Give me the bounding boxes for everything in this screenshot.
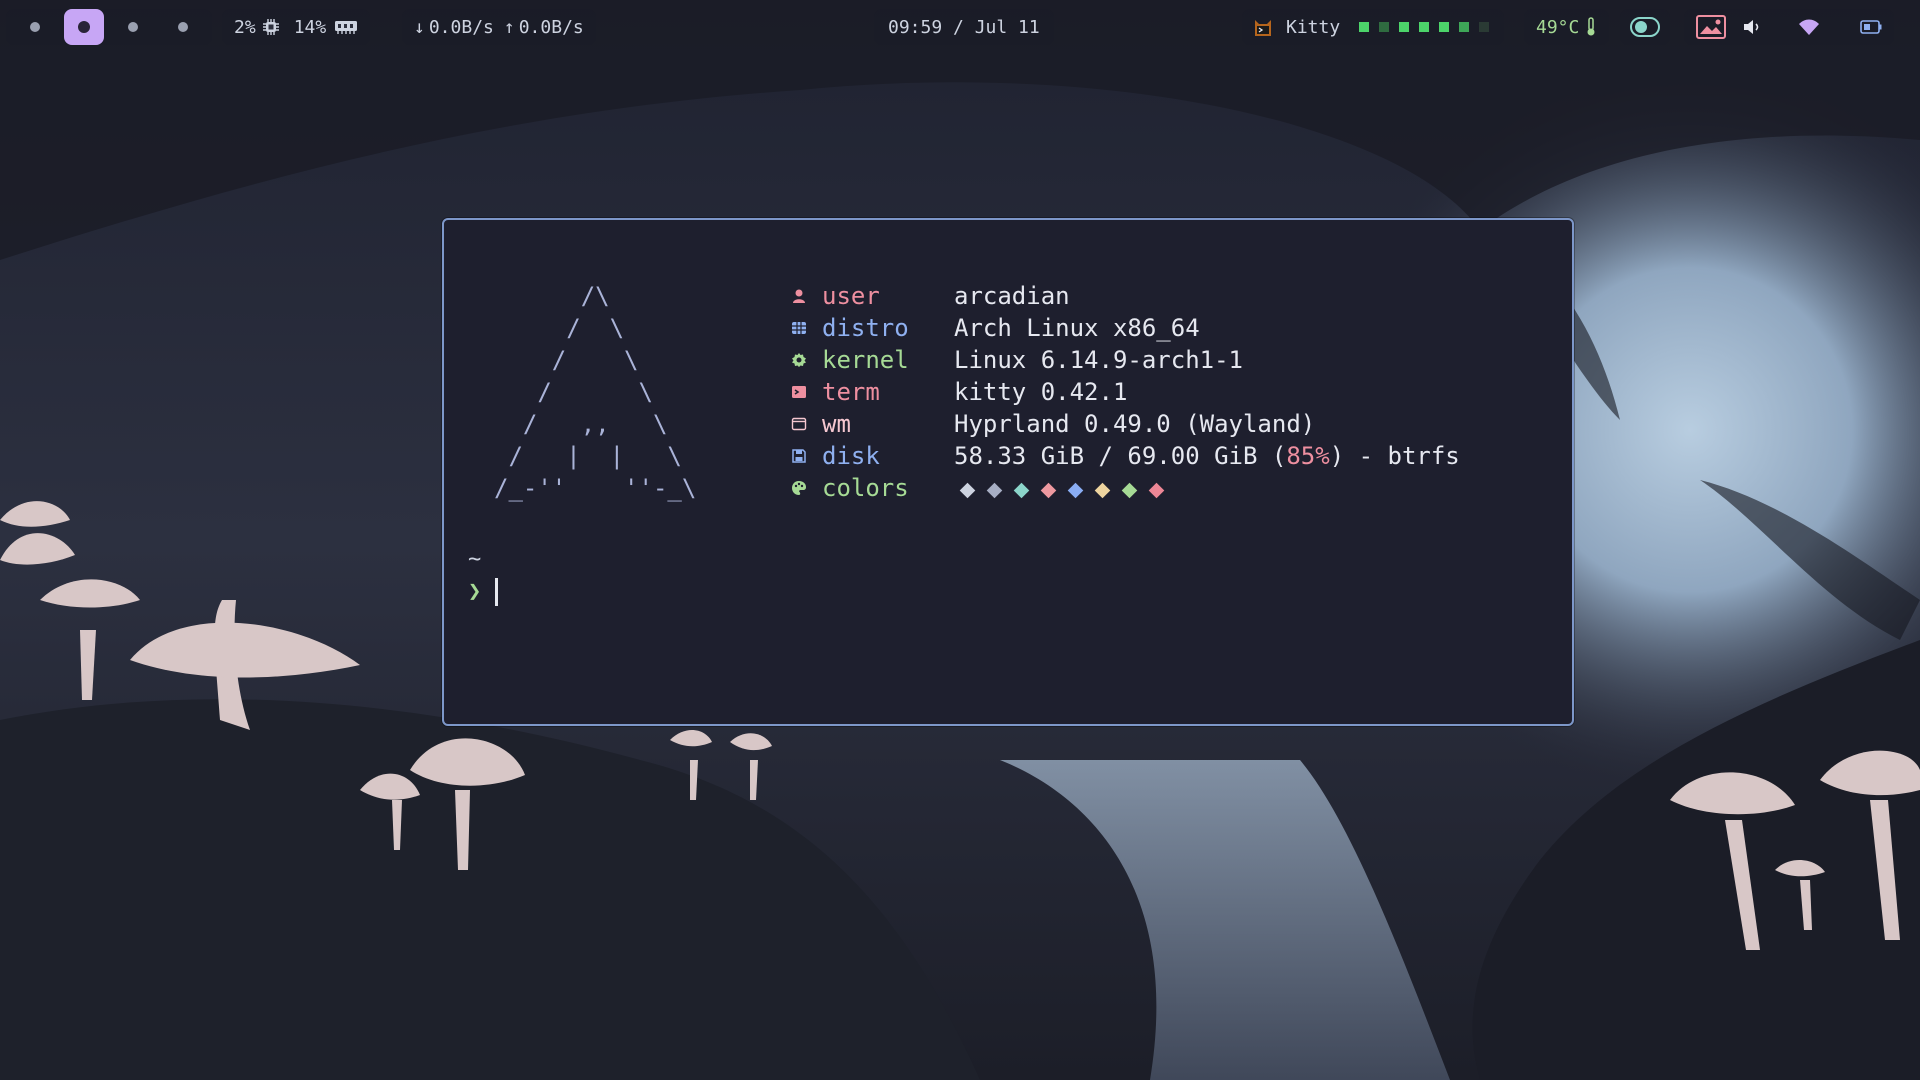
palette-icon bbox=[788, 480, 810, 496]
fetch-value-distro: Arch Linux x86_64 bbox=[954, 314, 1200, 342]
fetch-row-disk: disk 58.33 GiB / 69.00 GiB (85%) - btrfs bbox=[788, 440, 1460, 472]
window-title: Kitty bbox=[1286, 16, 1341, 38]
fetch-label-colors: colors bbox=[822, 474, 909, 502]
workspace-4[interactable] bbox=[178, 22, 188, 32]
fetch-row-colors: colors bbox=[788, 472, 1460, 504]
workspace-3[interactable] bbox=[128, 22, 138, 32]
fetch-value-term: kitty 0.42.1 bbox=[954, 378, 1128, 406]
wallpaper-picker-icon[interactable] bbox=[1696, 15, 1726, 39]
temperature: 49°C bbox=[1524, 9, 1610, 45]
disk-icon bbox=[788, 448, 810, 464]
network-speed: ↓ 0.0B/s ↑ 0.0B/s bbox=[402, 9, 596, 45]
clock-text: 09:59 / Jul 11 bbox=[888, 16, 1040, 38]
fetch-value-wm: Hyprland 0.49.0 (Wayland) bbox=[954, 410, 1316, 438]
arch-ascii-logo: /\ / \ / \ / \ / ,, \ / | | \ /_-'' ''-_… bbox=[494, 282, 697, 502]
disk-usage-text: 58.33 GiB / 69.00 GiB ( bbox=[954, 442, 1287, 470]
workspace-2-active[interactable] bbox=[64, 9, 104, 45]
fetch-label-wm: wm bbox=[822, 410, 851, 438]
distro-icon bbox=[788, 320, 810, 336]
system-stats: 2% 14% bbox=[222, 9, 371, 45]
fetch-row-user: user arcadian bbox=[788, 280, 1460, 312]
disk-filesystem: ) - btrfs bbox=[1329, 442, 1460, 470]
fetch-row-wm: wm Hyprland 0.49.0 (Wayland) bbox=[788, 408, 1460, 440]
kitty-app-icon bbox=[1255, 20, 1271, 36]
toggle-widget[interactable] bbox=[1620, 9, 1670, 45]
upload-speed: 0.0B/s bbox=[518, 16, 584, 38]
cpu-usage: 2% bbox=[234, 16, 256, 38]
color-swatch-7 bbox=[1121, 482, 1138, 499]
color-swatch-2 bbox=[986, 482, 1003, 499]
workspace-1[interactable] bbox=[30, 22, 40, 32]
color-swatch-6 bbox=[1094, 482, 1111, 499]
battery-icon[interactable] bbox=[1860, 20, 1882, 34]
gear-icon bbox=[788, 352, 810, 368]
toggle-icon bbox=[1630, 17, 1660, 37]
color-swatch-5 bbox=[1067, 482, 1084, 499]
fetch-row-term: term kitty 0.42.1 bbox=[788, 376, 1460, 408]
fetch-label-term: term bbox=[822, 378, 880, 406]
color-swatch-1 bbox=[959, 482, 976, 499]
status-bar: 2% 14% ↓ 0.0B/s ↑ 0.0B/s 09:59 / Jul 11 … bbox=[0, 0, 1920, 54]
color-swatch-4 bbox=[1040, 482, 1057, 499]
prompt-symbol: ❯ bbox=[468, 579, 482, 604]
memory-icon bbox=[335, 21, 358, 34]
color-swatch-8 bbox=[1148, 482, 1165, 499]
color-swatch-3 bbox=[1013, 482, 1030, 499]
cpu-icon bbox=[262, 19, 279, 35]
fetch-row-kernel: kernel Linux 6.14.9-arch1-1 bbox=[788, 344, 1460, 376]
shell-prompt[interactable]: ~ ❯ bbox=[468, 544, 499, 608]
download-speed: 0.0B/s bbox=[428, 16, 494, 38]
fetch-label-user: user bbox=[822, 282, 880, 310]
thermometer-icon bbox=[1587, 17, 1595, 36]
volume-icon[interactable] bbox=[1742, 18, 1762, 36]
text-cursor bbox=[495, 578, 499, 606]
user-icon bbox=[788, 288, 810, 304]
memory-usage: 14% bbox=[293, 16, 327, 38]
prompt-path: ~ bbox=[468, 547, 482, 572]
disk-usage-percent: 85% bbox=[1286, 442, 1330, 470]
fetch-row-distro: distro Arch Linux x86_64 bbox=[788, 312, 1460, 344]
fetch-label-kernel: kernel bbox=[822, 346, 909, 374]
fetch-label-distro: distro bbox=[822, 314, 909, 342]
download-arrow-icon: ↓ bbox=[414, 16, 425, 38]
fetch-label-disk: disk bbox=[822, 442, 880, 470]
color-swatches bbox=[954, 472, 1170, 504]
tray bbox=[1684, 9, 1894, 45]
clock[interactable]: 09:59 / Jul 11 bbox=[874, 9, 1054, 45]
temperature-value: 49°C bbox=[1536, 16, 1580, 38]
workspaces bbox=[6, 9, 212, 45]
workspace-segments bbox=[1354, 22, 1494, 32]
kitty-terminal-window[interactable]: /\ / \ / \ / \ / ,, \ / | | \ /_-'' ''-_… bbox=[442, 218, 1574, 726]
fetch-value-kernel: Linux 6.14.9-arch1-1 bbox=[954, 346, 1243, 374]
wifi-icon[interactable] bbox=[1798, 18, 1820, 36]
upload-arrow-icon: ↑ bbox=[503, 16, 515, 38]
active-window: Kitty bbox=[1242, 9, 1505, 45]
terminal-icon bbox=[788, 384, 810, 400]
fetch-value-user: arcadian bbox=[954, 282, 1070, 310]
fetch-info: user arcadian distro Arch Linux x86_64 k… bbox=[788, 280, 1460, 504]
window-icon bbox=[788, 416, 810, 432]
fetch-value-disk: 58.33 GiB / 69.00 GiB (85%) - btrfs bbox=[954, 440, 1460, 472]
